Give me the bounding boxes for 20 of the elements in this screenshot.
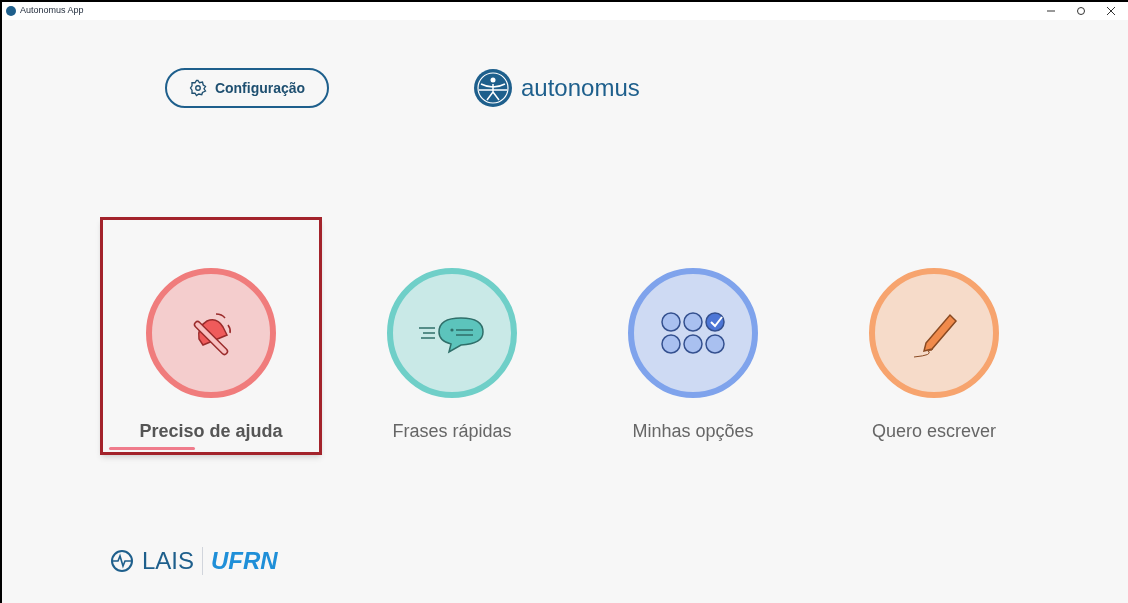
card-label: Quero escrever bbox=[871, 420, 997, 443]
ufrn-logo: UFRN bbox=[211, 546, 278, 576]
brand-name: autonomus bbox=[521, 73, 640, 103]
card-label: Frases rápidas bbox=[392, 420, 512, 443]
card-label: Preciso de ajuda bbox=[139, 420, 283, 443]
card-label: Minhas opções bbox=[632, 420, 754, 443]
pulse-icon bbox=[110, 549, 134, 573]
option-card[interactable]: Minhas opções bbox=[582, 217, 804, 455]
option-card[interactable]: Preciso de ajuda bbox=[100, 217, 322, 455]
logo-icon bbox=[473, 68, 513, 108]
lais-logo: LAIS bbox=[142, 546, 195, 576]
app-icon bbox=[6, 6, 16, 16]
option-card[interactable]: Quero escrever bbox=[823, 217, 1045, 455]
window-title: Autonomus App bbox=[20, 4, 84, 18]
settings-button[interactable]: Configuração bbox=[165, 68, 329, 108]
option-circles-icon bbox=[660, 310, 726, 356]
option-card[interactable]: Frases rápidas bbox=[341, 217, 563, 455]
close-icon[interactable] bbox=[1106, 6, 1116, 16]
settings-icon bbox=[188, 79, 207, 97]
restore-icon[interactable] bbox=[1076, 6, 1086, 16]
